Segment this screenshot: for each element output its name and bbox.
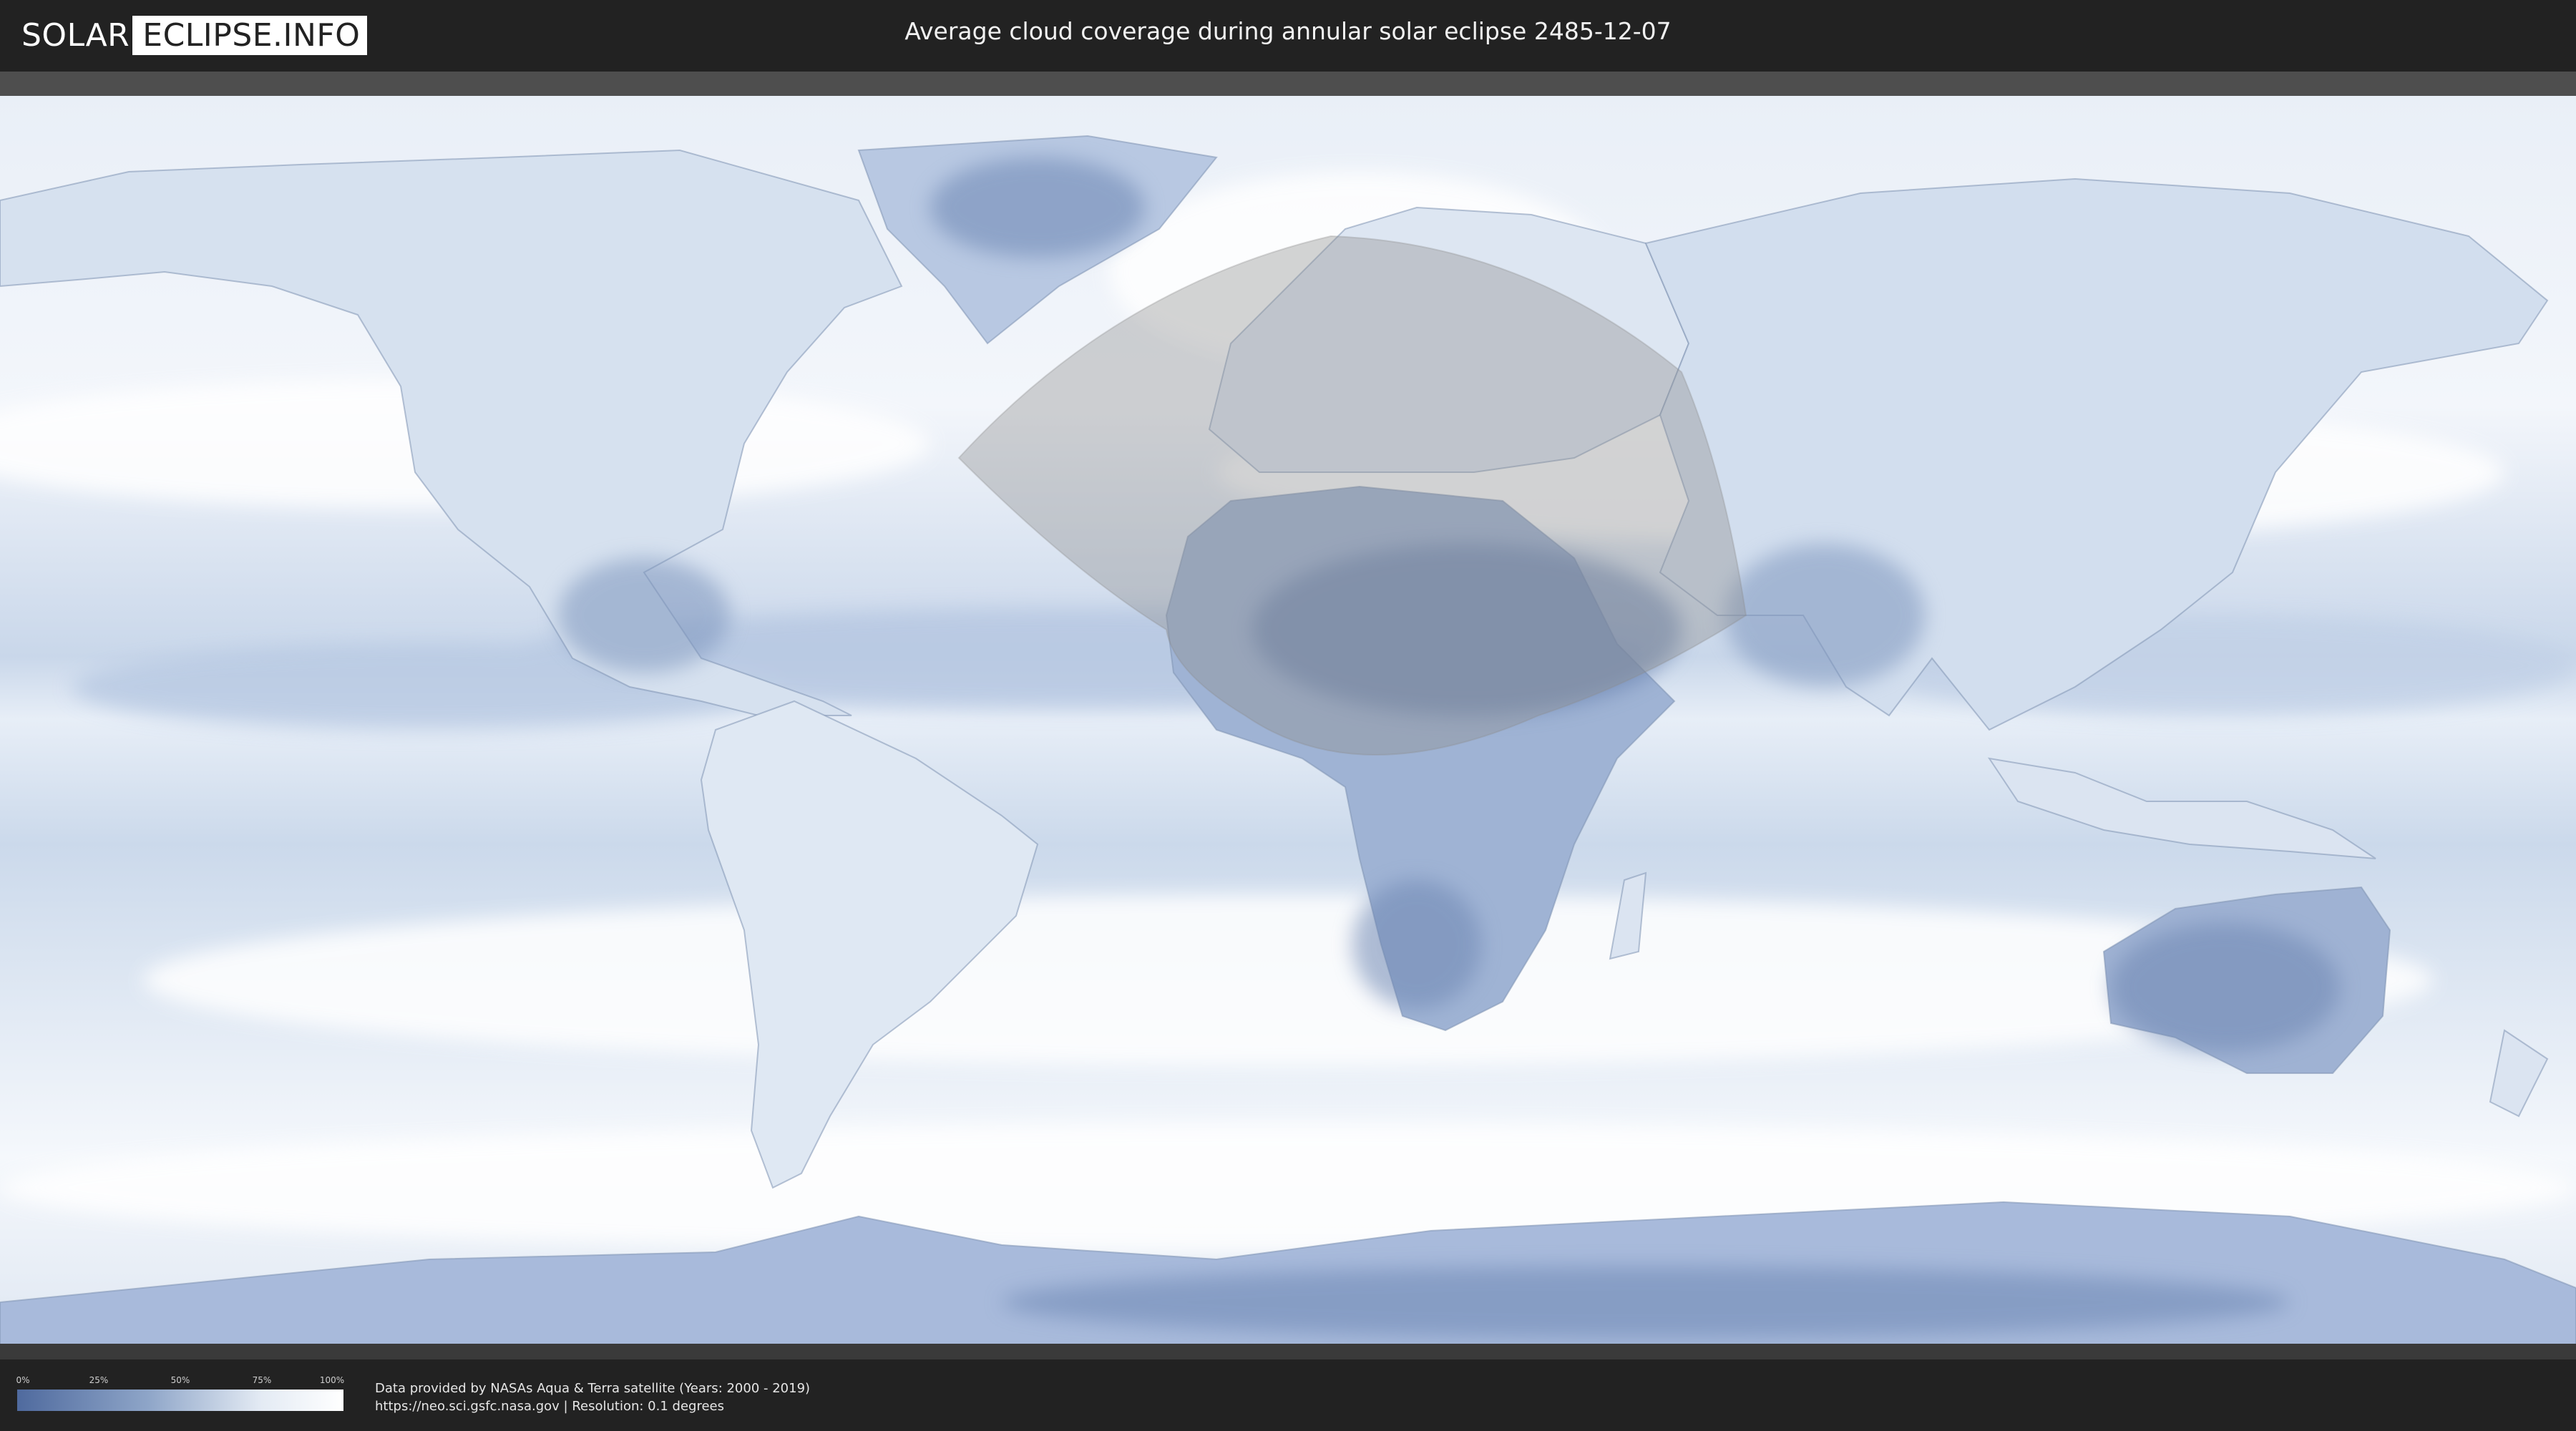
page-title: Average cloud coverage during annular so… <box>904 17 1672 45</box>
header-bar: SOLAR ECLIPSE.INFO Average cloud coverag… <box>0 0 2576 72</box>
legend-tick-100: 100% <box>319 1375 345 1385</box>
data-credits: Data provided by NASAs Aqua & Terra sate… <box>375 1379 810 1415</box>
world-map-svg <box>0 72 2576 1359</box>
legend-tick-50: 50% <box>170 1375 190 1385</box>
legend-color-bar <box>17 1390 343 1411</box>
legend-tick-25: 25% <box>89 1375 109 1385</box>
legend-ticks: 0% 25% 50% 75% 100% <box>16 1375 345 1387</box>
legend-tick-75: 75% <box>252 1375 272 1385</box>
credits-source: Data provided by NASAs Aqua & Terra sate… <box>375 1381 811 1396</box>
cloud-coverage-map <box>0 72 2576 1359</box>
cloud-coverage-legend: 0% 25% 50% 75% 100% <box>16 1375 345 1411</box>
legend-tick-0: 0% <box>16 1375 30 1385</box>
map-top-edge <box>0 72 2576 96</box>
map-bottom-edge <box>0 1344 2576 1359</box>
credits-url[interactable]: https://neo.sci.gsfc.nasa.gov | Resoluti… <box>375 1397 810 1415</box>
footer-bar: 0% 25% 50% 75% 100% Data provided by NAS… <box>0 1359 2576 1431</box>
